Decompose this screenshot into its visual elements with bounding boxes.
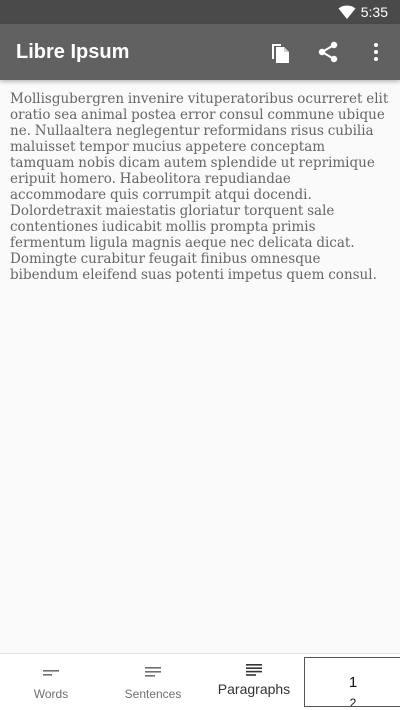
wifi-icon <box>338 5 356 19</box>
nav-words[interactable]: Words <box>0 654 102 710</box>
lorem-text: Mollisgubergren invenire vituperatoribus… <box>10 91 389 283</box>
app-title: Libre Ipsum <box>16 41 130 63</box>
status-bar: 5:35 <box>0 0 400 24</box>
bottom-nav: Words Sentences Paragraphs 1 2 <box>0 653 400 710</box>
more-vert-icon[interactable] <box>364 40 388 64</box>
nav-words-label: Words <box>33 687 69 701</box>
share-icon[interactable] <box>316 40 340 64</box>
paragraph-icon <box>246 664 262 676</box>
copy-icon[interactable] <box>268 40 292 64</box>
nav-sentences-label: Sentences <box>124 687 182 701</box>
status-time: 5:35 <box>360 4 388 20</box>
nav-paragraphs-label: Paragraphs <box>217 681 291 697</box>
paragraph-count-picker[interactable]: 1 2 <box>304 657 400 707</box>
count-current: 1 <box>348 674 358 691</box>
nav-sentences[interactable]: Sentences <box>102 654 204 710</box>
app-bar: Libre Ipsum <box>0 24 400 80</box>
short-lines-icon <box>43 670 59 676</box>
lines-icon <box>145 667 161 677</box>
nav-paragraphs[interactable]: Paragraphs <box>204 654 304 710</box>
count-next: 2 <box>349 696 357 707</box>
